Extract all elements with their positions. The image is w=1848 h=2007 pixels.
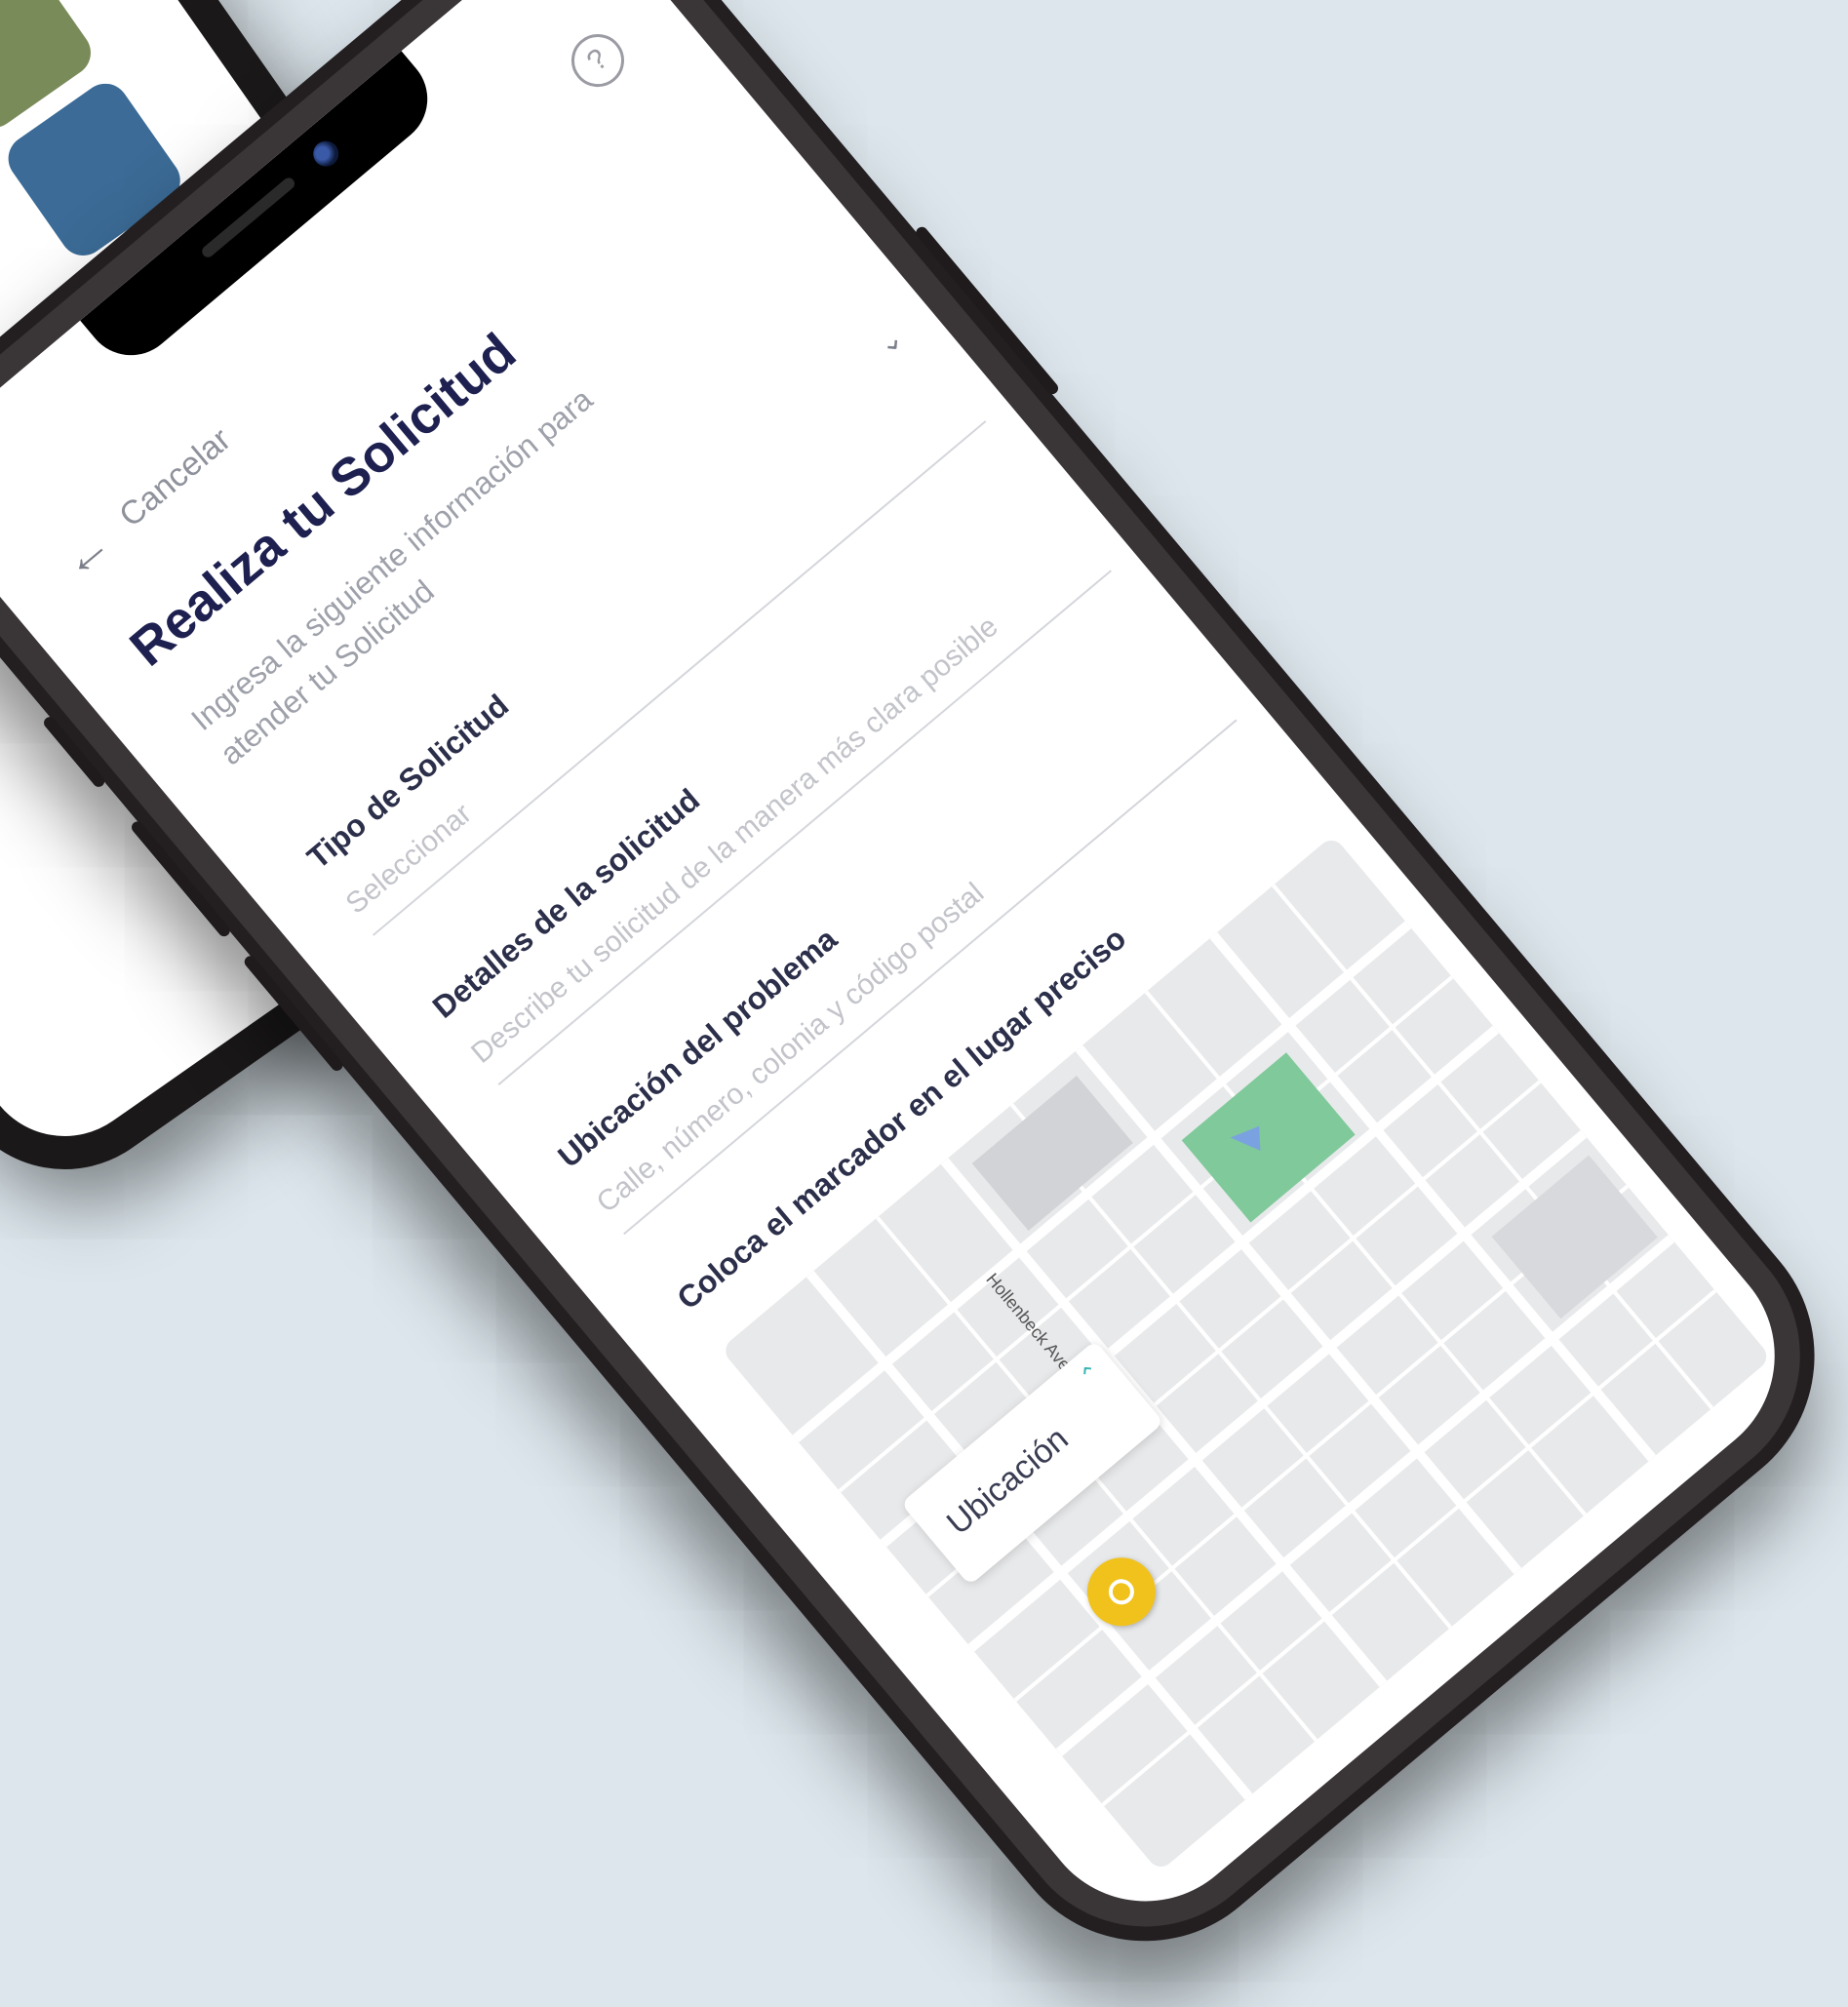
phone-mockup: ? ← Cancelar Realiza tu Solicitud Ingres… [0,0,1848,2001]
request-form-screen: ? ← Cancelar Realiza tu Solicitud Ingres… [0,0,1820,1946]
help-icon[interactable]: ? [560,23,636,98]
cancel-link[interactable]: Cancelar [112,420,238,534]
phone-screen: ? ← Cancelar Realiza tu Solicitud Ingres… [0,0,1820,1947]
chevron-up-icon[interactable]: ⌃ [1075,1358,1108,1392]
map-pin-center [1103,1573,1140,1610]
arrow-left-icon[interactable]: ← [48,515,123,591]
